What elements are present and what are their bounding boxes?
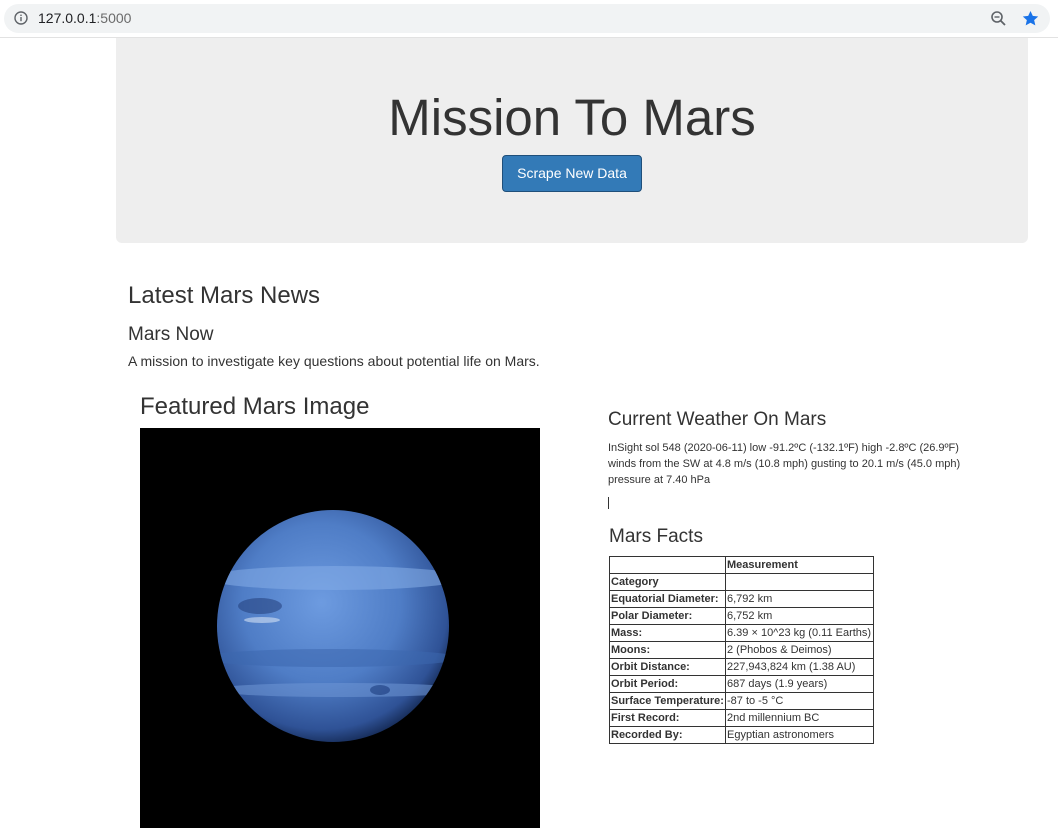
url-text[interactable]: 127.0.0.1:5000 <box>38 10 131 27</box>
fact-label: Mass: <box>609 624 726 642</box>
fact-value: 687 days (1.9 years) <box>725 675 874 693</box>
fact-value: Egyptian astronomers <box>725 726 874 744</box>
fact-label: Equatorial Diameter: <box>609 590 726 608</box>
zoom-icon[interactable] <box>990 10 1007 27</box>
fact-value: 6.39 × 10^23 kg (0.11 Earths) <box>725 624 874 642</box>
table-row: Mass: 6.39 × 10^23 kg (0.11 Earths) <box>609 624 874 642</box>
featured-mars-image <box>140 428 540 828</box>
fact-label: Orbit Distance: <box>609 658 726 676</box>
address-bar[interactable]: 127.0.0.1:5000 <box>4 4 1050 33</box>
table-row: Orbit Distance: 227,943,824 km (1.38 AU) <box>609 658 874 676</box>
weather-report-text: InSight sol 548 (2020-06-11) low -91.2ºC… <box>608 442 961 486</box>
table-header-row: Measurement <box>609 556 874 574</box>
fact-label: Polar Diameter: <box>609 607 726 625</box>
news-title: Mars Now <box>128 324 214 345</box>
mars-facts-heading: Mars Facts <box>609 526 703 547</box>
fact-label: Recorded By: <box>609 726 726 744</box>
news-paragraph: A mission to investigate key questions a… <box>128 353 540 369</box>
page-title: Mission To Mars <box>388 89 756 146</box>
table-row: Moons: 2 (Phobos & Deimos) <box>609 641 874 659</box>
table-row: Equatorial Diameter: 6,792 km <box>609 590 874 608</box>
fact-label: First Record: <box>609 709 726 727</box>
table-index-label: Category <box>609 573 726 591</box>
table-index-empty <box>725 573 874 591</box>
table-row: Recorded By: Egyptian astronomers <box>609 726 874 744</box>
mars-facts-table: Measurement Category Equatorial Diameter… <box>609 556 874 744</box>
latest-news-heading: Latest Mars News <box>128 282 321 309</box>
table-row: Polar Diameter: 6,752 km <box>609 607 874 625</box>
planet-image <box>140 428 540 828</box>
table-row: First Record: 2nd millennium BC <box>609 709 874 727</box>
table-row: Surface Temperature: -87 to -5 °C <box>609 692 874 710</box>
featured-image-heading: Featured Mars Image <box>140 393 370 420</box>
scrape-new-data-button[interactable]: Scrape New Data <box>502 155 642 192</box>
weather-heading: Current Weather On Mars <box>608 409 827 430</box>
bookmark-star-icon[interactable] <box>1021 9 1040 28</box>
table-header-blank <box>609 556 726 574</box>
url-port: :5000 <box>96 10 132 26</box>
browser-toolbar: 127.0.0.1:5000 <box>0 0 1058 38</box>
url-host: 127.0.0.1 <box>38 10 97 26</box>
jumbotron: Mission To Mars Scrape New Data <box>116 38 1028 243</box>
fact-label: Surface Temperature: <box>609 692 726 710</box>
text-cursor <box>608 497 609 509</box>
table-row: Orbit Period: 687 days (1.9 years) <box>609 675 874 693</box>
fact-value: 6,752 km <box>725 607 874 625</box>
fact-value: 227,943,824 km (1.38 AU) <box>725 658 874 676</box>
info-icon[interactable] <box>14 11 28 25</box>
fact-value: -87 to -5 °C <box>725 692 874 710</box>
fact-label: Orbit Period: <box>609 675 726 693</box>
fact-value: 2nd millennium BC <box>725 709 874 727</box>
fact-value: 6,792 km <box>725 590 874 608</box>
table-index-row: Category <box>609 573 874 591</box>
table-header-measurement: Measurement <box>725 556 874 574</box>
fact-label: Moons: <box>609 641 726 659</box>
fact-value: 2 (Phobos & Deimos) <box>725 641 874 659</box>
